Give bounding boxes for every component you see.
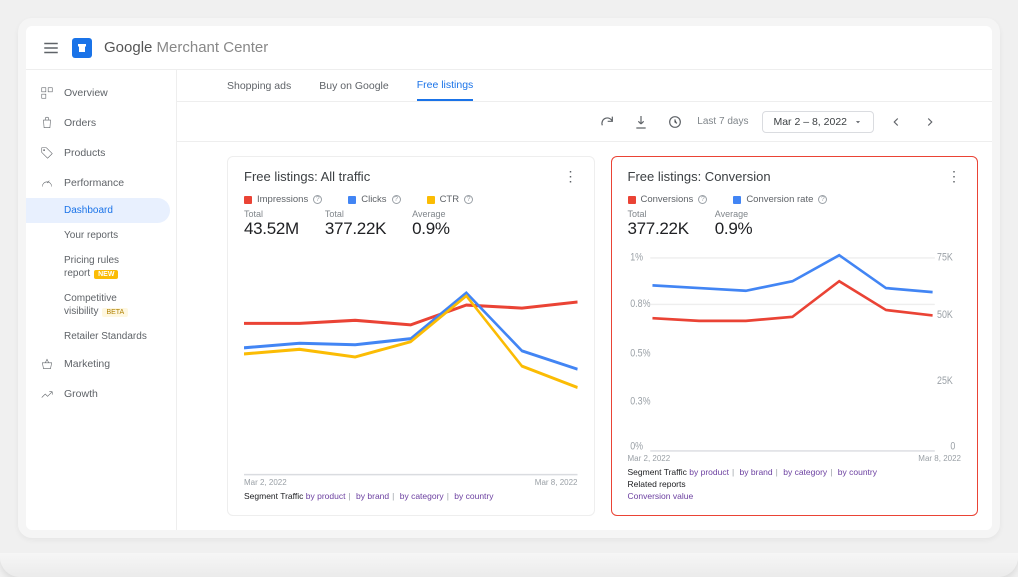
metric-clicks: Total377.22K [325, 209, 386, 239]
sidebar-item-growth[interactable]: Growth [26, 379, 176, 409]
sidebar-label: Orders [64, 117, 96, 129]
info-icon[interactable]: ? [464, 195, 473, 204]
segment-links: Segment Traffic by product| by brand| by… [244, 491, 578, 503]
more-menu-icon[interactable]: ⋮ [947, 169, 961, 183]
sidebar-item-overview[interactable]: Overview [26, 78, 176, 108]
refresh-icon[interactable] [595, 110, 619, 134]
sidebar-label: Marketing [64, 358, 110, 370]
seg-by-product[interactable]: by product [689, 467, 729, 477]
sidebar-item-products[interactable]: Products [26, 138, 176, 168]
tag-icon [40, 146, 54, 160]
more-menu-icon[interactable]: ⋮ [564, 169, 578, 183]
seg-by-brand[interactable]: by brand [740, 467, 773, 477]
date-range-picker[interactable]: Mar 2 – 8, 2022 [762, 111, 874, 133]
x-start: Mar 2, 2022 [244, 478, 287, 487]
new-badge: NEW [94, 270, 118, 279]
seg-by-product[interactable]: by product [306, 491, 346, 501]
sidebar-sub-retailer-standards[interactable]: Retailer Standards [26, 324, 176, 349]
download-icon[interactable] [629, 110, 653, 134]
info-icon[interactable]: ? [392, 195, 401, 204]
main-panel: Shopping ads Buy on Google Free listings… [176, 70, 992, 530]
last-7-days-label: Last 7 days [697, 116, 748, 127]
sidebar-label: Growth [64, 388, 98, 400]
sidebar-item-marketing[interactable]: Marketing [26, 349, 176, 379]
toolbar: Last 7 days Mar 2 – 8, 2022 [177, 102, 992, 142]
svg-text:0.3%: 0.3% [630, 396, 650, 408]
info-icon[interactable]: ? [818, 195, 827, 204]
bag-icon [40, 116, 54, 130]
tabs: Shopping ads Buy on Google Free listings [177, 70, 992, 102]
info-icon[interactable]: ? [698, 195, 707, 204]
sidebar-sub-dashboard[interactable]: Dashboard [26, 198, 170, 223]
sidebar-label: Overview [64, 87, 108, 99]
legend-conversion-rate: Conversion rate? [733, 194, 827, 205]
chart-conversion: 1% 0.8% 0.5% 0.3% 0% 75K 50K 25K 0 [628, 247, 962, 452]
legend-clicks: Clicks? [348, 194, 400, 205]
seg-by-category[interactable]: by category [783, 467, 827, 477]
card-title: Free listings: Conversion [628, 169, 771, 184]
svg-text:25K: 25K [937, 375, 953, 387]
seg-by-country[interactable]: by country [838, 467, 877, 477]
laptop-base [0, 553, 1018, 577]
svg-text:0.8%: 0.8% [630, 298, 650, 310]
tab-free-listings[interactable]: Free listings [417, 71, 474, 101]
seg-by-brand[interactable]: by brand [356, 491, 389, 501]
info-icon[interactable]: ? [313, 195, 322, 204]
svg-text:1%: 1% [630, 252, 643, 264]
svg-text:50K: 50K [937, 309, 953, 321]
speed-icon [40, 176, 54, 190]
hamburger-icon[interactable] [42, 39, 60, 57]
svg-text:0.5%: 0.5% [630, 348, 650, 360]
dashboard-icon [40, 86, 54, 100]
link-conversion-value[interactable]: Conversion value [628, 491, 694, 501]
seg-by-country[interactable]: by country [454, 491, 493, 501]
card-conversion: Free listings: Conversion ⋮ Conversions?… [611, 156, 979, 516]
merchant-center-logo-icon [72, 38, 92, 58]
sidebar-item-performance[interactable]: Performance [26, 168, 176, 198]
legend-ctr: CTR? [427, 194, 474, 205]
history-icon[interactable] [663, 110, 687, 134]
metric-impressions: Total43.52M [244, 209, 299, 239]
legend-conversions: Conversions? [628, 194, 708, 205]
sidebar-sub-competitive-visibility[interactable]: Competitive visibilityBETA [26, 286, 176, 324]
metric-conversions: Total377.22K [628, 209, 689, 239]
x-end: Mar 8, 2022 [918, 454, 961, 463]
chart-all-traffic [244, 247, 578, 476]
svg-text:0: 0 [950, 441, 955, 453]
sidebar-sub-pricing-rules[interactable]: Pricing rules reportNEW [26, 248, 176, 286]
metric-ctr: Average0.9% [412, 209, 450, 239]
seg-by-category[interactable]: by category [400, 491, 444, 501]
growth-icon [40, 387, 54, 401]
brand-title: Google Merchant Center [104, 39, 268, 56]
x-start: Mar 2, 2022 [628, 454, 671, 463]
next-range-button[interactable] [918, 110, 942, 134]
metric-conversion-rate: Average0.9% [715, 209, 753, 239]
svg-text:0%: 0% [630, 441, 643, 453]
legend-impressions: Impressions? [244, 194, 322, 205]
sidebar-item-orders[interactable]: Orders [26, 108, 176, 138]
svg-text:75K: 75K [937, 252, 953, 264]
beta-badge: BETA [102, 308, 128, 317]
segment-links: Segment Traffic by product| by brand| by… [628, 467, 962, 503]
sidebar-label: Products [64, 147, 105, 159]
sidebar-label: Performance [64, 177, 124, 189]
sidebar: Overview Orders Products Performance Das… [26, 70, 176, 530]
sidebar-sub-your-reports[interactable]: Your reports [26, 223, 176, 248]
basket-icon [40, 357, 54, 371]
prev-range-button[interactable] [884, 110, 908, 134]
card-title: Free listings: All traffic [244, 169, 370, 184]
card-all-traffic: Free listings: All traffic ⋮ Impressions… [227, 156, 595, 516]
tab-shopping-ads[interactable]: Shopping ads [227, 72, 291, 100]
topbar: Google Merchant Center [26, 26, 992, 70]
caret-down-icon [853, 117, 863, 127]
tab-buy-on-google[interactable]: Buy on Google [319, 72, 388, 100]
x-end: Mar 8, 2022 [535, 478, 578, 487]
